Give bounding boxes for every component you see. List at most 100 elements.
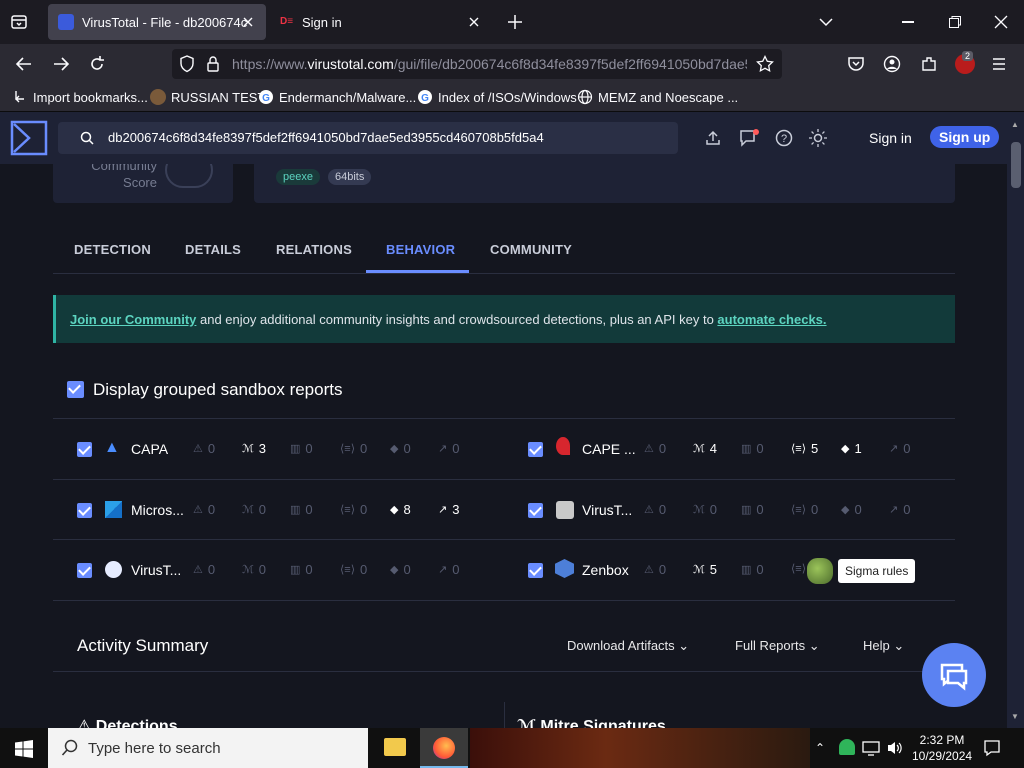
pocket-icon[interactable]: [847, 55, 865, 73]
sandbox-microsoft[interactable]: Micros... ⚠ 0 ℳ0 ▥ 0 ⟨≡⟩ 0 ◆ 8 ↗ 3: [53, 480, 503, 540]
scrollbar-thumb[interactable]: [1011, 142, 1021, 188]
sign-in-link[interactable]: Sign in: [869, 130, 912, 146]
network-icon[interactable]: [862, 740, 880, 756]
stat-warnings: ⚠ 0: [193, 562, 216, 577]
menu-icon[interactable]: [991, 56, 1007, 72]
svg-text:?: ?: [781, 133, 787, 145]
tag-64bits[interactable]: 64bits: [328, 169, 372, 185]
bookmark-import[interactable]: Import bookmarks...: [12, 89, 148, 105]
taskbar-search-input[interactable]: Type here to search: [48, 728, 368, 768]
new-tab-icon[interactable]: [506, 13, 524, 31]
extensions-icon[interactable]: [920, 55, 938, 73]
url-text: https://www.virustotal.com/gui/file/db20…: [232, 56, 747, 72]
automate-checks-link[interactable]: automate checks.: [717, 312, 826, 327]
sandbox-checkbox[interactable]: [77, 503, 92, 518]
stat-ids: ▥ 0: [290, 562, 313, 577]
bookmark-memz[interactable]: MEMZ and Noescape ...: [577, 89, 738, 105]
sandbox-checkbox[interactable]: [528, 503, 543, 518]
close-tab-icon[interactable]: [466, 14, 482, 30]
stat-yara: ◆ 8: [390, 502, 411, 517]
stat-mitre: ℳ0: [693, 502, 717, 517]
tab-virustotal[interactable]: VirusTotal - File - db200674c6f8d34fe839…: [48, 4, 266, 40]
bookmark-russian-test[interactable]: RUSSIAN TEST: [150, 89, 265, 105]
join-community-link[interactable]: Join our Community: [70, 312, 196, 327]
upload-icon[interactable]: [705, 130, 721, 146]
tab-community[interactable]: COMMUNITY: [490, 242, 572, 257]
svg-text:G: G: [262, 93, 270, 104]
sandbox-checkbox[interactable]: [528, 442, 543, 457]
windows-start-icon[interactable]: [15, 740, 33, 758]
virustotal-page: Community Score peexe 64bits db200674c6f…: [0, 112, 1007, 728]
chat-icon[interactable]: [739, 129, 759, 147]
restore-icon[interactable]: [948, 15, 962, 29]
scroll-up-icon[interactable]: ▲: [1011, 120, 1019, 129]
url-bar[interactable]: https://www.virustotal.com/gui/file/db20…: [172, 49, 782, 79]
import-icon: [12, 89, 28, 105]
page-scrollbar[interactable]: ▲ ▼: [1007, 112, 1024, 728]
tab-sign-in[interactable]: D≡ Sign in: [270, 4, 492, 40]
download-artifacts-dropdown[interactable]: Download Artifacts ⌄: [567, 638, 689, 654]
back-icon[interactable]: [15, 56, 33, 72]
tab-title: VirusTotal - File - db200674c6f8d34fe839…: [82, 14, 247, 30]
stat-yara: ◆ 0: [841, 502, 862, 517]
bookmark-isos[interactable]: G Index of /ISOs/Windows: [417, 89, 577, 105]
list-all-tabs-icon[interactable]: [818, 15, 834, 29]
theme-icon[interactable]: [809, 129, 827, 147]
virustotal-box-icon: [556, 501, 574, 519]
sandbox-checkbox[interactable]: [77, 442, 92, 457]
taskbar-clock[interactable]: 2:32 PM 10/29/2024: [912, 732, 972, 764]
file-explorer-icon[interactable]: [384, 738, 406, 756]
taskbar-wallpaper-strip: [470, 728, 810, 768]
reload-icon[interactable]: [88, 55, 106, 73]
mitre-heading: ℳ Mitre Signatures: [517, 718, 666, 728]
sandbox-virustotal-1[interactable]: VirusT... ⚠ 0 ℳ0 ▥ 0 ⟨≡⟩ 0 ◆ 0 ↗ 0: [504, 480, 954, 540]
tag-peexe[interactable]: peexe: [276, 169, 320, 185]
lock-icon[interactable]: [206, 55, 220, 73]
vt-header: db200674c6f8d34fe8397f5def2ff6941050bd7d…: [0, 112, 1007, 164]
tab-behavior[interactable]: BEHAVIOR: [386, 242, 455, 257]
bookmark-endermanch[interactable]: G Endermanch/Malware...: [258, 89, 416, 105]
sandbox-cape[interactable]: CAPE ... ⚠ 0 ℳ4 ▥ 0 ⟨≡⟩ 5 ◆ 1 ↗ 0: [504, 419, 954, 479]
stat-sigma: ⟨≡⟩ 0: [791, 502, 819, 517]
chat-support-button[interactable]: [922, 643, 986, 707]
tab-title: Sign in: [302, 14, 342, 30]
browser-nav-bar: https://www.virustotal.com/gui/file/db20…: [0, 44, 1024, 84]
shield-icon[interactable]: [179, 55, 195, 73]
sign-up-button[interactable]: Sign up: [930, 126, 1000, 148]
firefox-icon: [433, 737, 455, 759]
forward-icon[interactable]: [52, 56, 70, 72]
close-window-icon[interactable]: [993, 14, 1009, 30]
help-icon[interactable]: ?: [775, 129, 793, 147]
tab-list-icon[interactable]: [10, 13, 28, 31]
help-dropdown[interactable]: Help ⌄: [863, 638, 904, 654]
stat-warnings: ⚠ 0: [644, 502, 667, 517]
tab-details[interactable]: DETAILS: [185, 242, 241, 257]
close-tab-icon[interactable]: [240, 14, 256, 30]
search-input[interactable]: db200674c6f8d34fe8397f5def2ff6941050bd7d…: [58, 122, 678, 154]
full-reports-dropdown[interactable]: Full Reports ⌄: [735, 638, 820, 654]
firefox-taskbar-button[interactable]: [420, 728, 468, 768]
chevron-up-icon[interactable]: ⌃: [815, 741, 825, 755]
microsoft-logo-icon: [105, 501, 122, 518]
account-icon[interactable]: [883, 55, 901, 73]
grouped-checkbox[interactable]: [67, 381, 84, 398]
notifications-icon[interactable]: [983, 739, 1001, 757]
sandbox-capa[interactable]: ▲ CAPA ⚠ 0 ℳ3 ▥ 0 ⟨≡⟩ 0 ◆ 0 ↗ 0: [53, 419, 503, 479]
sandbox-checkbox[interactable]: [528, 563, 543, 578]
tab-relations[interactable]: RELATIONS: [276, 242, 352, 257]
volume-icon[interactable]: [886, 740, 904, 756]
bookmark-star-icon[interactable]: [756, 55, 774, 73]
sandbox-checkbox[interactable]: [77, 563, 92, 578]
tray-app-icon[interactable]: [839, 739, 855, 755]
tab-detection[interactable]: DETECTION: [74, 242, 151, 257]
sandbox-virustotal-2[interactable]: VirusT... ⚠ 0 ℳ0 ▥ 0 ⟨≡⟩ 0 ◆ 0 ↗ 0: [53, 540, 503, 600]
minimize-icon[interactable]: [902, 21, 914, 23]
divider: [53, 600, 955, 601]
cursor-icon: [807, 558, 833, 584]
stat-warnings: ⚠ 0: [644, 441, 667, 456]
search-icon: [61, 739, 79, 757]
sigma-rules-tooltip: Sigma rules: [838, 559, 916, 583]
scroll-down-icon[interactable]: ▼: [1011, 712, 1019, 721]
divider: [504, 702, 505, 728]
virustotal-logo-icon[interactable]: [10, 120, 48, 156]
